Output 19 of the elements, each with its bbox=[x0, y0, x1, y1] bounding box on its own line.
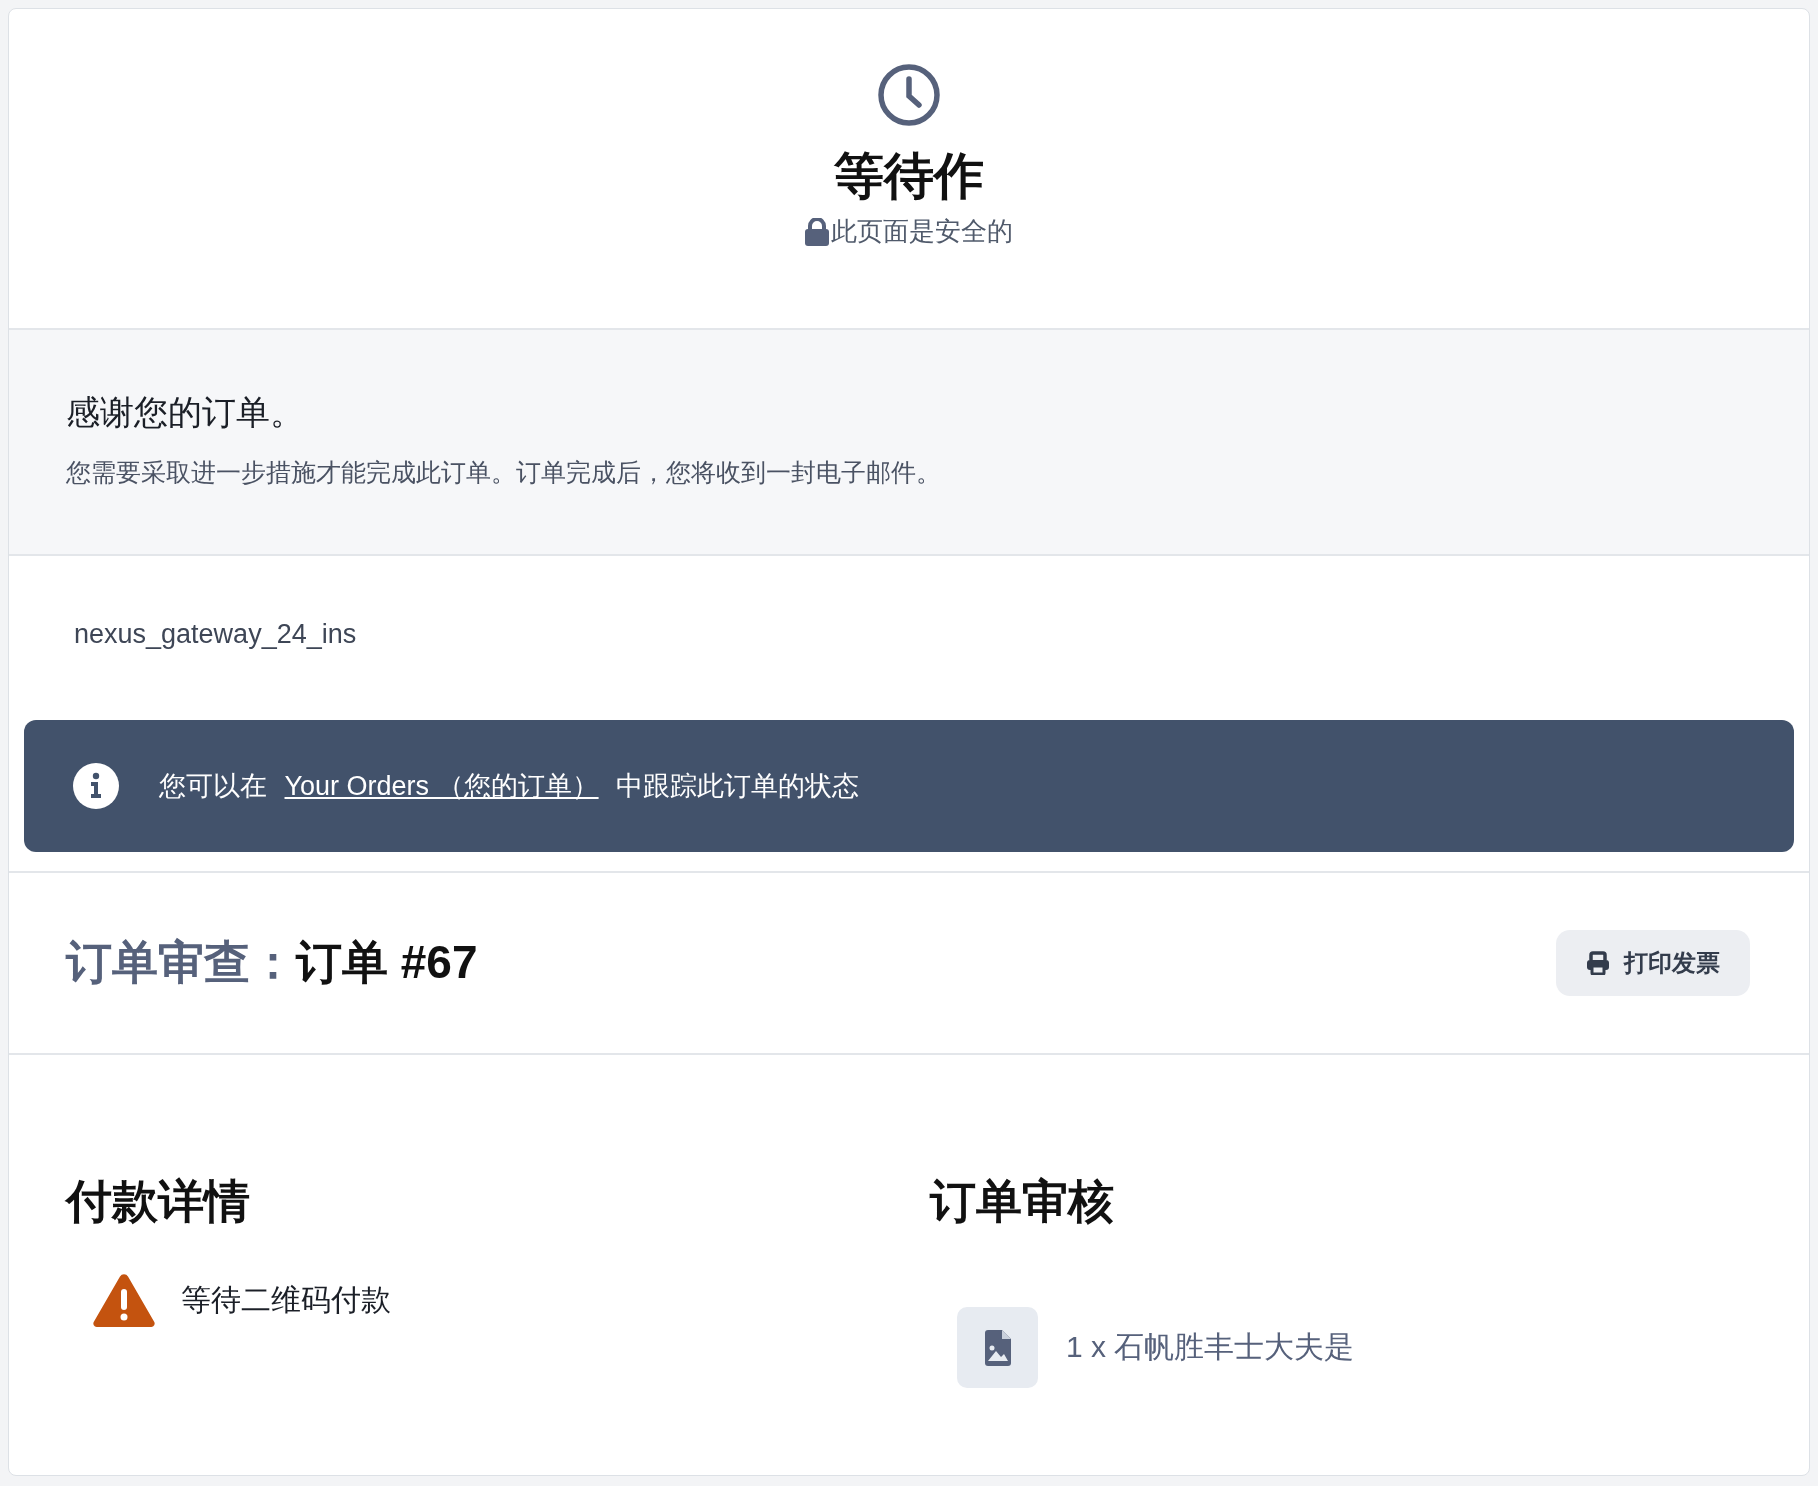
lock-icon bbox=[805, 217, 829, 246]
order-summary-heading: 订单审核 bbox=[930, 1174, 1115, 1229]
print-invoice-button[interactable]: 打印发票 bbox=[1556, 930, 1750, 996]
page-title: 等待作 bbox=[834, 147, 984, 206]
payment-status: 等待二维码付款 bbox=[181, 1281, 391, 1318]
payment-details-heading: 付款详情 bbox=[66, 1174, 251, 1229]
next-steps-message: 您需要采取进一步措施才能完成此订单。订单完成后，您将收到一封电子邮件。 bbox=[66, 457, 942, 488]
order-item: 1 x 石帆胜丰士大夫是 bbox=[1066, 1329, 1355, 1365]
security-note: 此页面是安全的 bbox=[831, 215, 1013, 248]
clock-icon bbox=[876, 62, 942, 128]
image-file-icon bbox=[984, 1329, 1011, 1366]
order-review-heading: 订单审查：订单 #67 bbox=[66, 935, 478, 990]
gateway-name: nexus_gateway_24_ins bbox=[74, 618, 358, 651]
info-icon bbox=[73, 763, 119, 809]
printer-icon bbox=[1586, 951, 1610, 975]
warning-icon bbox=[93, 1273, 155, 1327]
thanks-heading: 感谢您的订单。 bbox=[66, 392, 305, 433]
tracking-message: 您可以在 Your Orders （您的订单） 中跟踪此订单的状态 bbox=[159, 770, 860, 803]
your-orders-link[interactable]: Your Orders （您的订单） bbox=[284, 771, 599, 801]
